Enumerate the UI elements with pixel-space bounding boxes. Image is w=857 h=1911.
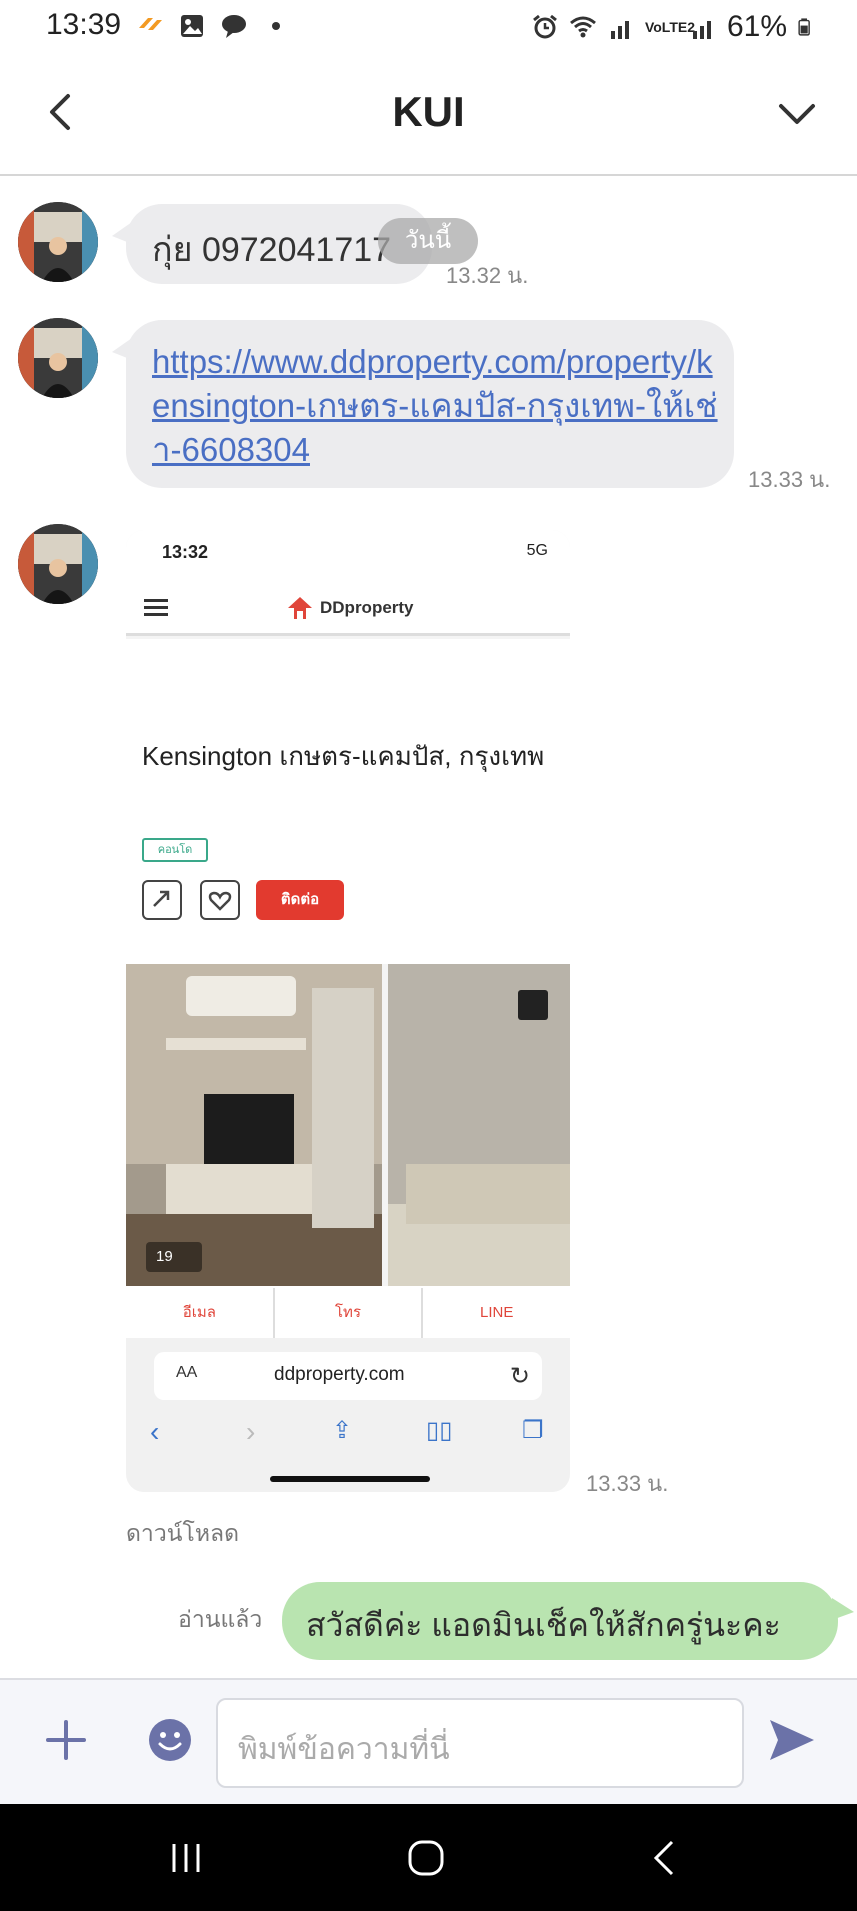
send-icon[interactable] bbox=[766, 1714, 818, 1766]
avatar[interactable] bbox=[18, 524, 98, 604]
bookmarks-icon: ▯▯ bbox=[426, 1417, 453, 1444]
heart-icon bbox=[208, 891, 232, 911]
image-message[interactable]: 13:32 5G DDproperty Kensington เกษตร-แคม… bbox=[126, 530, 570, 1492]
volte-label: VoLTE2 bbox=[644, 19, 695, 35]
tabs-icon: ❐ bbox=[522, 1417, 544, 1444]
browser-url: ddproperty.com bbox=[274, 1364, 405, 1385]
email-action: อีเมล bbox=[126, 1288, 275, 1338]
wifi-icon bbox=[569, 16, 596, 38]
chat-title: KUI bbox=[392, 88, 465, 135]
message-text: สวัสดีค่ะ แอดมินเช็คให้สักครู่นะคะ bbox=[306, 1607, 781, 1643]
battery-percent: 61% bbox=[726, 10, 787, 43]
signal-icon bbox=[610, 21, 629, 39]
call-action: โทร bbox=[275, 1288, 424, 1338]
listing-photos: 19 bbox=[126, 964, 570, 1286]
outgoing-message-bubble[interactable]: สวัสดีค่ะ แอดมินเช็คให้สักครู่นะคะ bbox=[282, 1582, 854, 1660]
hamburger-menu-icon bbox=[144, 599, 168, 616]
message-time: 13.33 น. bbox=[586, 1471, 669, 1496]
house-logo-icon bbox=[288, 597, 312, 619]
dot-icon bbox=[272, 22, 280, 30]
browser-forward-icon: › bbox=[246, 1416, 256, 1447]
avatar[interactable] bbox=[18, 202, 98, 282]
share-icon bbox=[153, 890, 170, 907]
favorite-button bbox=[200, 880, 240, 920]
message-text: กุ่ย 0972041717 bbox=[152, 231, 392, 269]
signal-icon bbox=[692, 21, 711, 39]
text-size-label: AA bbox=[176, 1364, 198, 1381]
system-nav-bar bbox=[0, 1804, 857, 1911]
browser-share-icon: ⇪ bbox=[332, 1417, 353, 1444]
home-indicator bbox=[270, 1476, 430, 1482]
chevron-down-icon[interactable] bbox=[773, 90, 821, 138]
contact-button: ติดต่อ bbox=[256, 880, 344, 920]
browser-back-icon: ‹ bbox=[150, 1416, 160, 1447]
browser-url-bar: AA ddproperty.com ↻ bbox=[154, 1352, 542, 1400]
avatar[interactable] bbox=[18, 318, 98, 398]
gallery-icon bbox=[181, 15, 203, 37]
message-input[interactable]: พิมพ์ข้อความที่นี่ bbox=[216, 1698, 744, 1788]
alarm-icon bbox=[533, 14, 557, 39]
photo-count: 19 bbox=[156, 1248, 173, 1265]
message-time: 13.32 น. bbox=[446, 263, 529, 288]
logo-text: DDproperty bbox=[320, 598, 414, 617]
screenshot-network: 5G bbox=[526, 542, 548, 559]
listing-title: Kensington เกษตร-แคมปัส, กรุงเทพ bbox=[142, 741, 545, 771]
home-icon[interactable] bbox=[402, 1834, 450, 1882]
message-bubble: https://www.ddproperty.com/property/kens… bbox=[112, 320, 734, 488]
status-bar: 13:39 VoLTE2 61% bbox=[0, 0, 857, 52]
recent-apps-icon[interactable] bbox=[162, 1834, 210, 1882]
back-icon[interactable] bbox=[642, 1834, 690, 1882]
share-button bbox=[142, 880, 182, 920]
chat-bubble-icon bbox=[222, 15, 246, 38]
line-action: LINE bbox=[480, 1304, 514, 1321]
reload-icon: ↻ bbox=[509, 1363, 530, 1390]
ddproperty-logo: DDproperty bbox=[286, 594, 414, 622]
sale-tag-icon bbox=[139, 18, 162, 30]
screenshot-time: 13:32 bbox=[162, 542, 209, 562]
battery-icon bbox=[798, 18, 810, 36]
chat-header: KUI bbox=[0, 52, 857, 176]
expand-icon bbox=[518, 990, 548, 1020]
status-time: 13:39 bbox=[46, 8, 122, 41]
message-input-bar: พิมพ์ข้อความที่นี่ bbox=[0, 1678, 857, 1804]
property-tag: คอนโด bbox=[142, 838, 208, 862]
message-time: 13.33 น. bbox=[748, 467, 831, 492]
read-receipt: อ่านแล้ว bbox=[178, 1606, 263, 1632]
message-link[interactable]: https://www.ddproperty.com/property/kens… bbox=[152, 340, 722, 472]
plus-icon[interactable] bbox=[42, 1716, 90, 1764]
emoji-icon[interactable] bbox=[146, 1716, 194, 1764]
download-link[interactable]: ดาวน์โหลด bbox=[126, 1516, 239, 1552]
